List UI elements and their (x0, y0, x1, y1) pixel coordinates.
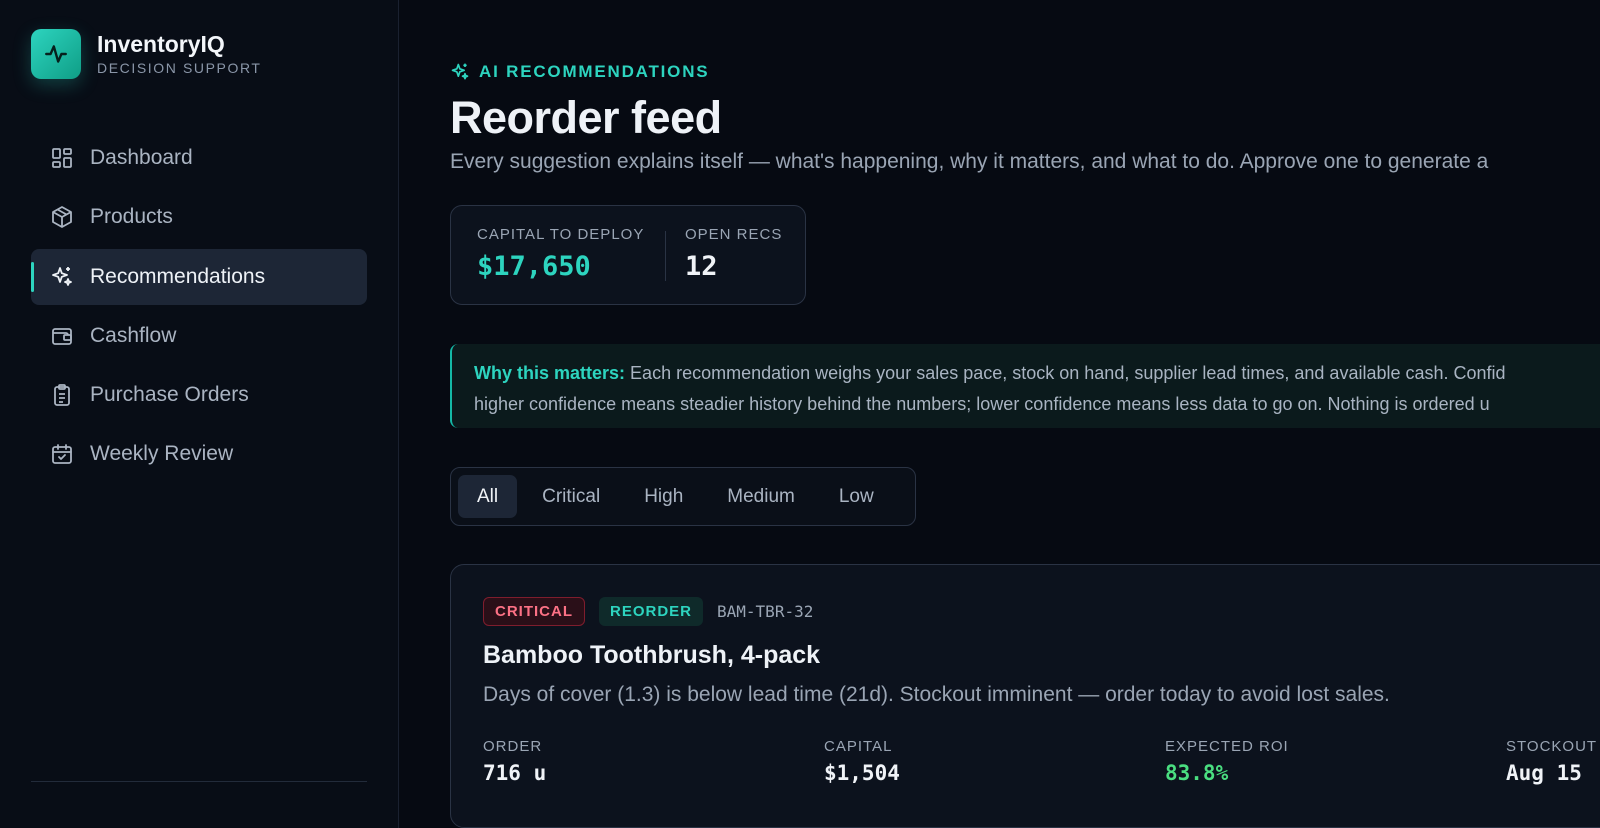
metric-label: ORDER (483, 738, 543, 755)
sidebar-item-label: Weekly Review (90, 442, 234, 466)
sidebar-item-label: Products (90, 205, 173, 229)
open-recs-stat: OPEN RECS 12 (685, 226, 782, 282)
stat-label: CAPITAL TO DEPLOY (477, 226, 645, 243)
capital-metric: CAPITAL $1,504 (824, 738, 900, 785)
page-title: Reorder feed (450, 92, 722, 143)
sidebar-item-cashflow[interactable]: Cashflow (31, 308, 367, 364)
sidebar-item-products[interactable]: Products (31, 189, 367, 245)
pulse-logo-icon (31, 29, 81, 79)
capital-to-deploy-stat: CAPITAL TO DEPLOY $17,650 (477, 226, 644, 282)
sidebar-divider (31, 781, 367, 782)
sidebar-item-dashboard[interactable]: Dashboard (31, 130, 367, 186)
package-icon (50, 205, 74, 229)
metric-value: 716 u (483, 761, 547, 785)
card-badges: CRITICAL REORDER BAM-TBR-32 (483, 597, 813, 626)
filter-critical[interactable]: Critical (523, 475, 619, 518)
priority-badge: CRITICAL (483, 597, 585, 626)
sparkles-icon (451, 63, 469, 80)
dashboard-icon (50, 146, 74, 170)
why-this-matters-callout: Why this matters: Each recommendation we… (450, 344, 1600, 428)
sidebar-item-weekly-review[interactable]: Weekly Review (31, 426, 367, 482)
section-eyebrow: AI RECOMMENDATIONS (450, 62, 709, 82)
stat-value: $17,650 (477, 251, 591, 282)
type-badge: REORDER (599, 597, 704, 626)
metric-value: $1,504 (824, 761, 900, 785)
filter-medium[interactable]: Medium (708, 475, 814, 518)
metric-label: CAPITAL (824, 738, 893, 755)
filter-low[interactable]: Low (820, 475, 893, 518)
sidebar-item-label: Cashflow (90, 323, 177, 347)
expected-roi-metric: EXPECTED ROI 83.8% (1165, 738, 1289, 785)
callout-line: higher confidence means steadier history… (474, 394, 1490, 414)
stat-label: OPEN RECS (685, 226, 783, 243)
wallet-icon (50, 324, 74, 348)
filter-all[interactable]: All (458, 475, 518, 518)
sparkles-icon (50, 265, 74, 289)
clipboard-icon (50, 383, 74, 407)
sidebar-item-purchase-orders[interactable]: Purchase Orders (31, 367, 367, 423)
recommendation-card[interactable]: CRITICAL REORDER BAM-TBR-32 Bamboo Tooth… (450, 564, 1600, 828)
callout-text: Each recommendation weighs your sales pa… (630, 363, 1506, 383)
filter-high[interactable]: High (625, 475, 702, 518)
product-title: Bamboo Toothbrush, 4-pack (483, 641, 821, 669)
sidebar-nav: Dashboard Products Recommendations Cashf… (31, 130, 367, 486)
sidebar-item-label: Recommendations (90, 264, 266, 288)
main-content: AI RECOMMENDATIONS Reorder feed Every su… (450, 0, 1600, 828)
recommendation-description: Days of cover (1.3) is below lead time (… (483, 683, 1390, 706)
stockout-metric: STOCKOUT Aug 15 (1506, 738, 1597, 785)
eyebrow-label: AI RECOMMENDATIONS (479, 62, 710, 81)
metric-label: STOCKOUT (1506, 738, 1598, 755)
metric-label: EXPECTED ROI (1165, 738, 1289, 755)
divider (665, 231, 666, 281)
callout-lead: Why this matters: (474, 363, 626, 383)
brand[interactable]: InventoryIQ DECISION SUPPORT (31, 29, 262, 79)
brand-subtitle: DECISION SUPPORT (97, 60, 262, 76)
sidebar-item-label: Purchase Orders (90, 383, 249, 407)
sku-code: BAM-TBR-32 (717, 602, 814, 621)
sidebar: InventoryIQ DECISION SUPPORT Dashboard P… (0, 0, 399, 828)
priority-filter-tabs: All Critical High Medium Low (450, 467, 916, 526)
sidebar-item-label: Dashboard (90, 146, 193, 169)
order-metric: ORDER 716 u (483, 738, 546, 785)
callout-line: Why this matters: Each recommendation we… (474, 358, 1600, 389)
page-subtitle: Every suggestion explains itself — what'… (450, 150, 1489, 173)
sidebar-item-recommendations[interactable]: Recommendations (31, 248, 367, 305)
summary-stats: CAPITAL TO DEPLOY $17,650 OPEN RECS 12 (450, 205, 806, 305)
metric-value: 83.8% (1165, 761, 1229, 785)
calendar-check-icon (50, 442, 74, 466)
stat-value: 12 (685, 251, 718, 282)
metric-value: Aug 15 (1506, 761, 1582, 785)
brand-name: InventoryIQ (97, 31, 225, 57)
